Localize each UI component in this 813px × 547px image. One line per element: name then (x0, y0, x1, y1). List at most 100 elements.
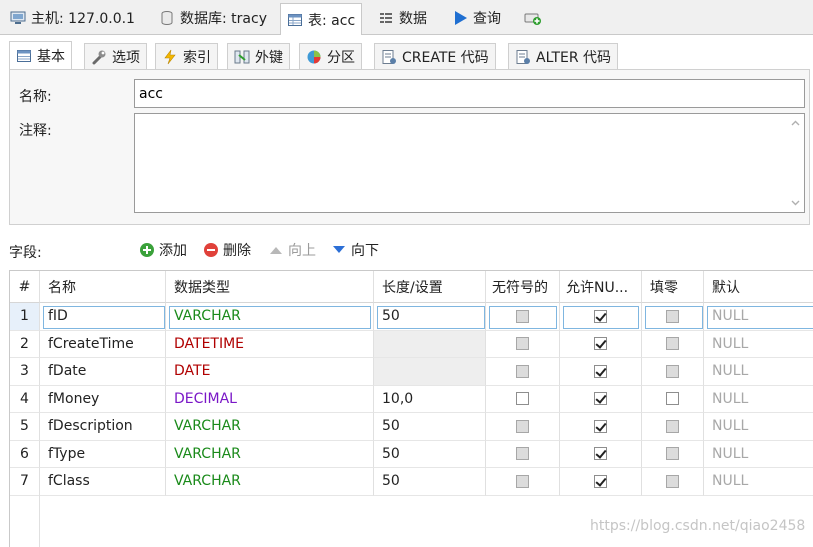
cell-unsigned[interactable] (486, 385, 560, 413)
cell-length[interactable]: 10,0 (374, 385, 486, 413)
cell-name[interactable]: fClass (40, 468, 166, 496)
subtab-indexes[interactable]: 索引 (155, 43, 218, 69)
cell-nullable[interactable] (560, 440, 642, 468)
cell-name[interactable]: fDescription (40, 413, 166, 441)
nullable-checkbox[interactable] (594, 419, 607, 433)
unsigned-checkbox[interactable] (516, 474, 529, 488)
cell-length[interactable] (374, 330, 486, 358)
nullable-checkbox[interactable] (594, 447, 607, 461)
cell-unsigned[interactable] (486, 358, 560, 386)
cell-name[interactable]: fDate (40, 358, 166, 386)
nullable-checkbox[interactable] (594, 474, 607, 488)
cell-name[interactable]: fCreateTime (40, 330, 166, 358)
zerofill-checkbox[interactable] (666, 337, 679, 351)
cell-name[interactable]: fMoney (40, 385, 166, 413)
subtab-partitions[interactable]: 分区 (299, 43, 362, 69)
tab-host[interactable]: 主机: 127.0.0.1 (4, 4, 141, 31)
subtab-basic[interactable]: 基本 (9, 41, 72, 70)
column-header-nullable[interactable]: 允许NU... (560, 271, 642, 303)
comment-scrollbar[interactable] (787, 114, 804, 212)
unsigned-checkbox[interactable] (516, 419, 529, 433)
column-header-default[interactable]: 默认 (704, 271, 813, 303)
cell-type[interactable]: VARCHAR (166, 440, 374, 468)
cell-length[interactable]: 50 (374, 468, 486, 496)
cell-zerofill[interactable] (642, 358, 704, 386)
row-number-text: 4 (20, 390, 29, 407)
subtab-create-code[interactable]: CREATE 代码 (374, 43, 496, 69)
new-query-tab-button[interactable] (518, 4, 546, 31)
cell-default[interactable]: NULL (704, 386, 813, 413)
move-up-button[interactable]: 向上 (268, 240, 316, 260)
name-value: fClass (48, 473, 90, 490)
unsigned-checkbox[interactable] (516, 364, 529, 378)
delete-icon (203, 242, 219, 258)
zerofill-checkbox[interactable] (666, 364, 679, 378)
cell-name[interactable]: fType (40, 440, 166, 468)
table-name-input[interactable] (134, 79, 805, 108)
cell-nullable[interactable] (560, 358, 642, 386)
tab-database[interactable]: 数据库: tracy (153, 4, 273, 31)
nullable-checkbox[interactable] (594, 364, 607, 378)
nullable-checkbox[interactable] (594, 392, 607, 406)
unsigned-checkbox[interactable] (516, 447, 529, 461)
subtab-foreign-keys[interactable]: 外键 (227, 43, 290, 69)
row-number: 6 (10, 440, 40, 468)
cell-nullable[interactable] (560, 330, 642, 358)
table-comment-textarea[interactable] (134, 113, 805, 213)
cell-nullable[interactable] (560, 413, 642, 441)
tab-database-label: 数据库: tracy (180, 10, 267, 27)
zerofill-checkbox[interactable] (666, 447, 679, 461)
add-field-button[interactable]: 添加 (139, 240, 187, 260)
subtab-alter-code[interactable]: ALTER 代码 (508, 43, 619, 69)
cell-type[interactable]: VARCHAR (166, 468, 374, 496)
subtab-options[interactable]: 选项 (84, 43, 147, 69)
unsigned-checkbox[interactable] (516, 392, 529, 406)
tab-data[interactable]: 数据 (372, 4, 433, 31)
database-icon (159, 10, 175, 26)
cell-zerofill[interactable] (642, 330, 704, 358)
move-down-button[interactable]: 向下 (331, 240, 379, 260)
column-header-type[interactable]: 数据类型 (166, 271, 374, 303)
row-number-text: 6 (20, 445, 29, 462)
cell-type[interactable]: DATETIME (166, 330, 374, 358)
cell-length[interactable] (374, 358, 486, 386)
cell-zerofill[interactable] (642, 413, 704, 441)
row-number: 7 (10, 468, 40, 496)
column-header-zerofill[interactable]: 填零 (642, 271, 704, 303)
cell-default[interactable]: NULL (704, 358, 813, 386)
zerofill-checkbox[interactable] (666, 419, 679, 433)
nullable-checkbox[interactable] (594, 337, 607, 351)
subtab-alter-code-label: ALTER 代码 (536, 49, 612, 66)
cell-unsigned[interactable] (486, 330, 560, 358)
cell-type[interactable]: DATE (166, 358, 374, 386)
cell-nullable[interactable] (560, 468, 642, 496)
column-header-length[interactable]: 长度/设置 (374, 271, 486, 303)
delete-field-button[interactable]: 删除 (203, 240, 251, 260)
cell-default[interactable]: NULL (704, 468, 813, 496)
cell-default[interactable]: NULL (704, 413, 813, 441)
cell-type[interactable]: DECIMAL (166, 385, 374, 413)
default-value: NULL (712, 473, 749, 490)
cell-type[interactable]: VARCHAR (166, 413, 374, 441)
tab-table[interactable]: 表: acc (280, 3, 363, 35)
tab-query[interactable]: 查询 (446, 4, 507, 31)
cell-default[interactable]: NULL (704, 331, 813, 358)
cell-zerofill[interactable] (642, 468, 704, 496)
cell-default[interactable]: NULL (704, 441, 813, 468)
cell-zerofill[interactable] (642, 385, 704, 413)
scroll-down-arrow-icon[interactable] (791, 200, 800, 206)
cell-zerofill[interactable] (642, 440, 704, 468)
scroll-up-arrow-icon[interactable] (791, 120, 800, 126)
column-header-unsigned[interactable]: 无符号的 (486, 271, 560, 303)
zerofill-checkbox[interactable] (666, 474, 679, 488)
unsigned-checkbox[interactable] (516, 337, 529, 351)
cell-unsigned[interactable] (486, 413, 560, 441)
cell-nullable[interactable] (560, 385, 642, 413)
cell-unsigned[interactable] (486, 468, 560, 496)
zerofill-checkbox[interactable] (666, 392, 679, 406)
cell-length[interactable]: 50 (374, 413, 486, 441)
column-header-name[interactable]: 名称 (40, 271, 166, 303)
cell-unsigned[interactable] (486, 440, 560, 468)
cell-length[interactable]: 50 (374, 440, 486, 468)
code-icon (515, 49, 531, 65)
